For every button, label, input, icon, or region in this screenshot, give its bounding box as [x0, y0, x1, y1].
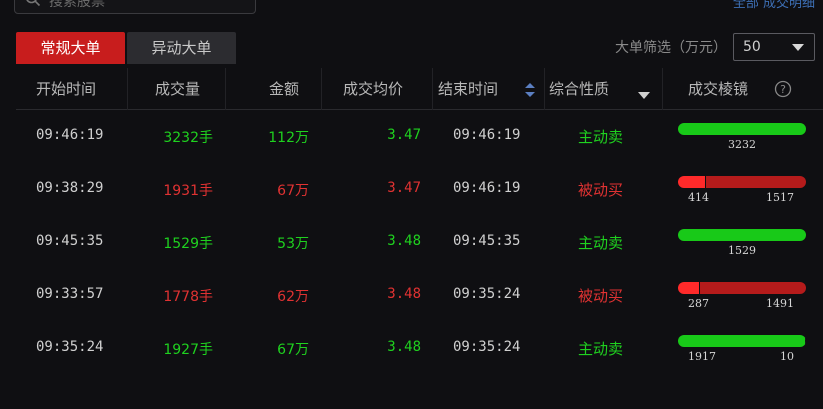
- search-placeholder: 搜索股票: [49, 0, 105, 10]
- large-order-list: 09:46:19 3232手 112万 3.47 09:46:19 主动卖 32…: [16, 110, 823, 375]
- trade-prism-bar: 414 1517: [678, 176, 806, 205]
- cell-start-time: 09:46:19: [36, 127, 104, 143]
- prism-segment-a: [678, 176, 705, 188]
- cell-nature: 主动卖: [578, 128, 624, 146]
- prism-segment-a: [678, 282, 699, 294]
- sort-icon[interactable]: [525, 82, 535, 101]
- cell-amount: 62万: [277, 289, 309, 305]
- cell-amount: 112万: [268, 130, 309, 146]
- cell-volume: 1931手: [163, 183, 213, 199]
- cell-start-time: 09:45:35: [36, 233, 104, 249]
- col-header-nature[interactable]: 综合性质: [549, 68, 609, 110]
- col-header-end-time[interactable]: 结束时间: [438, 68, 498, 110]
- cell-end-time: 09:35:24: [453, 339, 521, 355]
- filter-threshold-select[interactable]: 50: [733, 33, 815, 61]
- prism-segment-a: [678, 229, 806, 241]
- col-header-volume[interactable]: 成交量: [155, 68, 200, 110]
- filter-threshold-value: 50: [743, 39, 761, 55]
- trade-prism-bar: 1917 10: [678, 335, 806, 364]
- col-header-avg-price[interactable]: 成交均价: [343, 68, 403, 110]
- cell-nature: 主动卖: [578, 234, 624, 252]
- prism-segment-a: [678, 123, 806, 135]
- col-header-prism: 成交棱镜: [688, 80, 749, 98]
- cell-start-time: 09:35:24: [36, 339, 104, 355]
- header-divider: [225, 68, 226, 110]
- table-row[interactable]: 09:35:24 1927手 67万 3.48 09:35:24 主动卖 191…: [16, 322, 823, 375]
- cell-end-time: 09:46:19: [453, 180, 521, 196]
- prism-bar: [678, 282, 806, 294]
- cell-volume: 1529手: [163, 236, 213, 252]
- header-divider: [321, 68, 322, 110]
- cell-end-time: 09:45:35: [453, 233, 521, 249]
- cell-avg-price: 3.48: [387, 233, 421, 249]
- large-order-filter: 大单筛选（万元） 50: [615, 33, 815, 61]
- prism-bar: [678, 335, 806, 347]
- cell-volume: 1778手: [163, 289, 213, 305]
- search-input[interactable]: 搜索股票: [14, 0, 256, 14]
- cell-amount: 67万: [277, 342, 309, 358]
- col-header-amount[interactable]: 金额: [269, 68, 299, 110]
- filter-label: 大单筛选（万元）: [615, 40, 727, 56]
- caret-down-icon[interactable]: [638, 85, 650, 104]
- prism-segment-b: [805, 335, 806, 347]
- tab-bar: 常规大单 异动大单: [16, 32, 236, 64]
- cell-avg-price: 3.48: [387, 286, 421, 302]
- help-icon[interactable]: ?: [774, 80, 792, 102]
- cell-nature: 被动买: [578, 287, 624, 305]
- table-row[interactable]: 09:33:57 1778手 62万 3.48 09:35:24 被动买 287…: [16, 269, 823, 322]
- prism-label-a: 3232: [728, 138, 756, 151]
- prism-label-a: 414: [688, 191, 709, 204]
- cell-avg-price: 3.47: [387, 127, 421, 143]
- prism-label-b: 10: [780, 350, 794, 363]
- header-divider: [127, 68, 128, 110]
- tab-abnormal-large-orders[interactable]: 异动大单: [127, 32, 236, 64]
- cell-volume: 1927手: [163, 342, 213, 358]
- header-divider: [544, 68, 545, 110]
- cell-start-time: 09:38:29: [36, 180, 104, 196]
- prism-label-a: 1917: [688, 350, 716, 363]
- cell-end-time: 09:46:19: [453, 127, 521, 143]
- prism-bar: [678, 229, 806, 241]
- top-right-link[interactable]: 全部 成交明细: [733, 0, 815, 11]
- cell-nature: 被动买: [578, 181, 624, 199]
- chevron-down-icon: [792, 44, 804, 51]
- top-bar: 搜索股票 全部 成交明细: [0, 0, 823, 22]
- cell-start-time: 09:33:57: [36, 286, 104, 302]
- prism-label-b: 1491: [766, 297, 794, 310]
- prism-bar: [678, 123, 806, 135]
- trade-prism-bar: 1529: [678, 229, 806, 258]
- col-header-start-time[interactable]: 开始时间: [36, 68, 96, 110]
- table-row[interactable]: 09:38:29 1931手 67万 3.47 09:46:19 被动买 414…: [16, 163, 823, 216]
- trade-prism-bar: 287 1491: [678, 282, 806, 311]
- cell-avg-price: 3.48: [387, 339, 421, 355]
- table-row[interactable]: 09:46:19 3232手 112万 3.47 09:46:19 主动卖 32…: [16, 110, 823, 163]
- prism-segment-b: [699, 282, 806, 294]
- search-icon: [25, 0, 41, 7]
- cell-avg-price: 3.47: [387, 180, 421, 196]
- header-divider: [432, 68, 433, 110]
- prism-segment-a: [678, 335, 805, 347]
- prism-label-a: 1529: [728, 244, 756, 257]
- svg-text:?: ?: [780, 83, 786, 96]
- prism-segment-b: [705, 176, 806, 188]
- table-header: 开始时间 成交量 金额 成交均价 结束时间 综合性质 成交棱镜 ?: [16, 68, 823, 110]
- prism-bar: [678, 176, 806, 188]
- prism-label-a: 287: [688, 297, 709, 310]
- cell-end-time: 09:35:24: [453, 286, 521, 302]
- prism-label-b: 1517: [766, 191, 794, 204]
- header-divider: [662, 68, 663, 110]
- cell-amount: 67万: [277, 183, 309, 199]
- cell-nature: 主动卖: [578, 340, 624, 358]
- table-row[interactable]: 09:45:35 1529手 53万 3.48 09:45:35 主动卖 152…: [16, 216, 823, 269]
- cell-volume: 3232手: [163, 130, 213, 146]
- cell-amount: 53万: [277, 236, 309, 252]
- trade-prism-bar: 3232: [678, 123, 806, 152]
- tab-regular-large-orders[interactable]: 常规大单: [16, 32, 125, 64]
